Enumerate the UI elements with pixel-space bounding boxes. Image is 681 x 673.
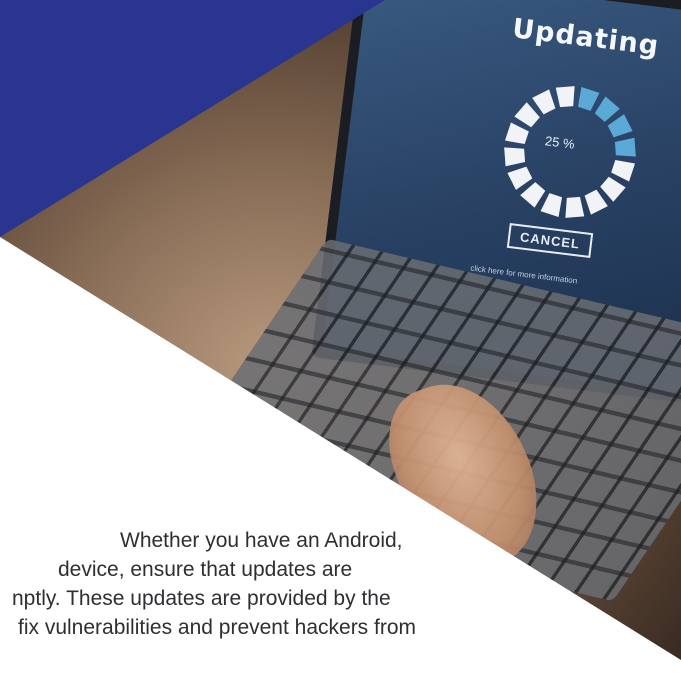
progress-segment <box>504 147 526 167</box>
update-illustration: Updating 25 % CANCEL click here for more… <box>0 0 681 673</box>
article-text: Whether you have an Android, device, ens… <box>0 526 560 642</box>
progress-segment <box>540 193 563 217</box>
article-line-1: Whether you have an Android, <box>120 529 403 552</box>
progress-segment <box>611 159 635 182</box>
progress-segment <box>565 196 585 218</box>
progress-segment <box>614 137 636 157</box>
article-line-4: fix vulnerabilities and prevent hackers … <box>18 616 417 639</box>
progress-ring <box>504 86 636 218</box>
article-line-2: device, ensure that updates are <box>58 558 353 581</box>
progress-segment <box>505 122 529 145</box>
progress-segment <box>577 87 600 111</box>
progress-segment <box>555 86 575 108</box>
article-line-3: nptly. These updates are provided by the <box>12 587 391 610</box>
